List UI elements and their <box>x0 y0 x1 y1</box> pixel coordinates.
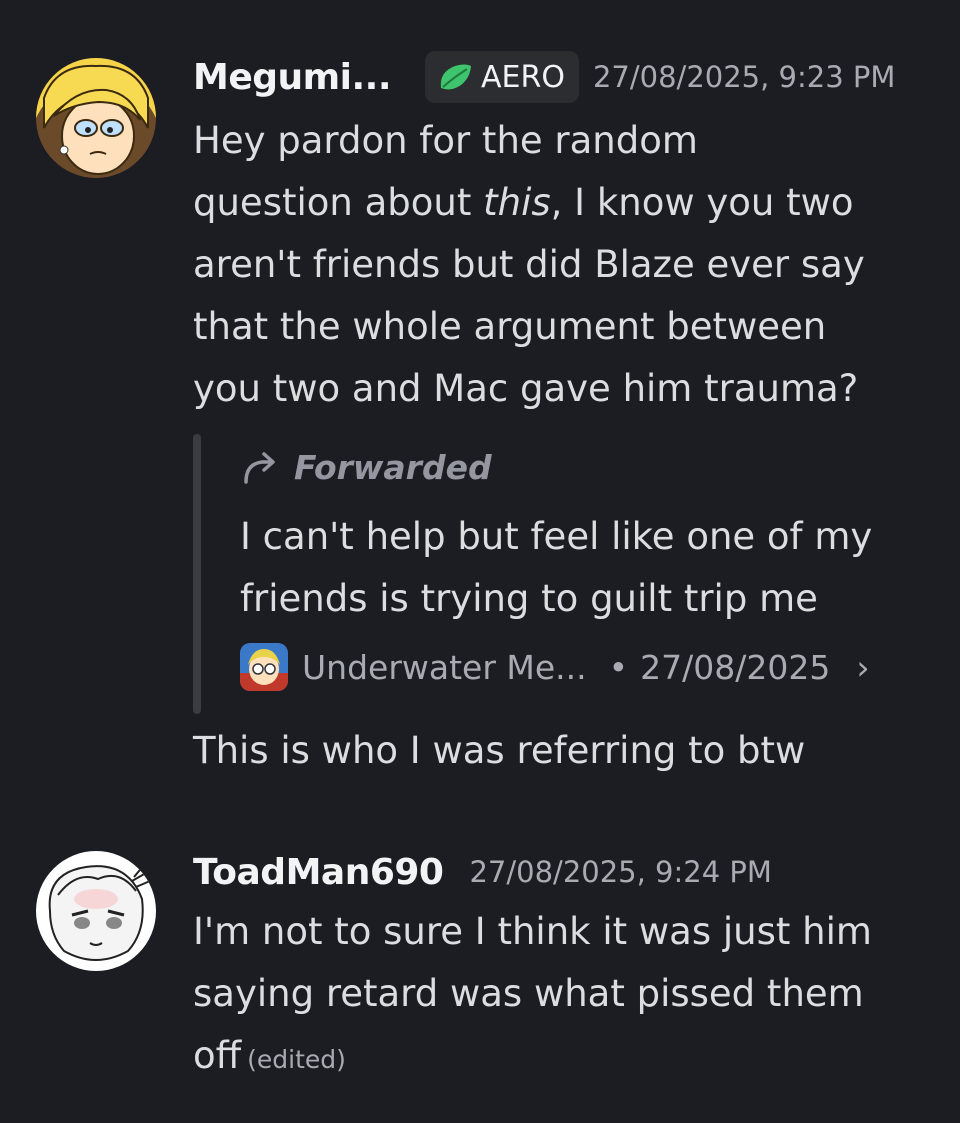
message-text-line: you two and Mac gave him trauma? <box>193 367 859 410</box>
text-fragment: question about <box>193 181 484 224</box>
italic-text: this <box>483 181 551 224</box>
message-text-line: question about this, I know you two <box>193 172 933 234</box>
message-text-line: that the whole argument between <box>193 305 827 348</box>
forwarded-header: Forwarded <box>240 434 933 500</box>
chevron-right-icon[interactable]: › <box>856 648 869 687</box>
username[interactable]: ToadMan690 <box>193 852 444 893</box>
leaf-icon <box>440 64 472 90</box>
cartoon-girl-avatar-icon <box>36 58 156 178</box>
message-content: Megumi... AERO 27/08/2025, 9:23 PM Hey p… <box>193 48 933 782</box>
avatar[interactable] <box>36 851 156 971</box>
source-avatar <box>240 643 288 691</box>
sketch-avatar-icon <box>36 851 156 971</box>
forward-arrow-icon <box>244 452 275 484</box>
text-fragment: , I know you two <box>550 181 854 224</box>
username[interactable]: Megumi... <box>193 57 392 98</box>
message-header: ToadMan690 27/08/2025, 9:24 PM <box>193 843 933 901</box>
message-content: ToadMan690 27/08/2025, 9:24 PM I'm not t… <box>193 843 933 1091</box>
forwarded-text: I can't help but feel like one of my fri… <box>240 506 933 630</box>
message-text-line: Hey pardon for the random <box>193 119 698 162</box>
quote-bar <box>193 434 201 714</box>
forwarded-text-line: friends is trying to guilt trip me <box>240 577 818 620</box>
message-text-line: off (edited) <box>193 1025 933 1091</box>
chat-view: Megumi... AERO 27/08/2025, 9:23 PM Hey p… <box>0 0 960 1123</box>
forwarded-message[interactable]: Forwarded I can't help but feel like one… <box>193 434 933 714</box>
forwarded-source[interactable]: Underwater Me... • 27/08/2025 › <box>240 642 933 692</box>
source-date: 27/08/2025 <box>640 647 831 687</box>
message-text-line: This is who I was referring to btw <box>193 729 806 772</box>
avatar[interactable] <box>36 58 156 178</box>
timestamp: 27/08/2025, 9:23 PM <box>592 60 896 94</box>
edited-indicator: (edited) <box>247 1045 346 1074</box>
forwarded-label: Forwarded <box>294 447 492 487</box>
cartoon-avatar-icon <box>240 643 288 691</box>
source-channel-name: Underwater Me... <box>302 647 587 687</box>
message-header: Megumi... AERO 27/08/2025, 9:23 PM <box>193 48 933 106</box>
message-text-line: aren't friends but did Blaze ever say <box>193 243 865 286</box>
timestamp: 27/08/2025, 9:24 PM <box>469 855 772 889</box>
forwarded-text-line: I can't help but feel like one of my <box>240 515 873 558</box>
server-tag[interactable]: AERO <box>425 51 579 103</box>
message-text-line: I'm not to sure I think it was just him <box>193 910 872 953</box>
separator-dot: • <box>608 647 629 687</box>
tag-label: AERO <box>481 59 565 95</box>
text-fragment: off <box>193 1034 242 1077</box>
message-text-line: saying retard was what pissed them <box>193 972 864 1015</box>
